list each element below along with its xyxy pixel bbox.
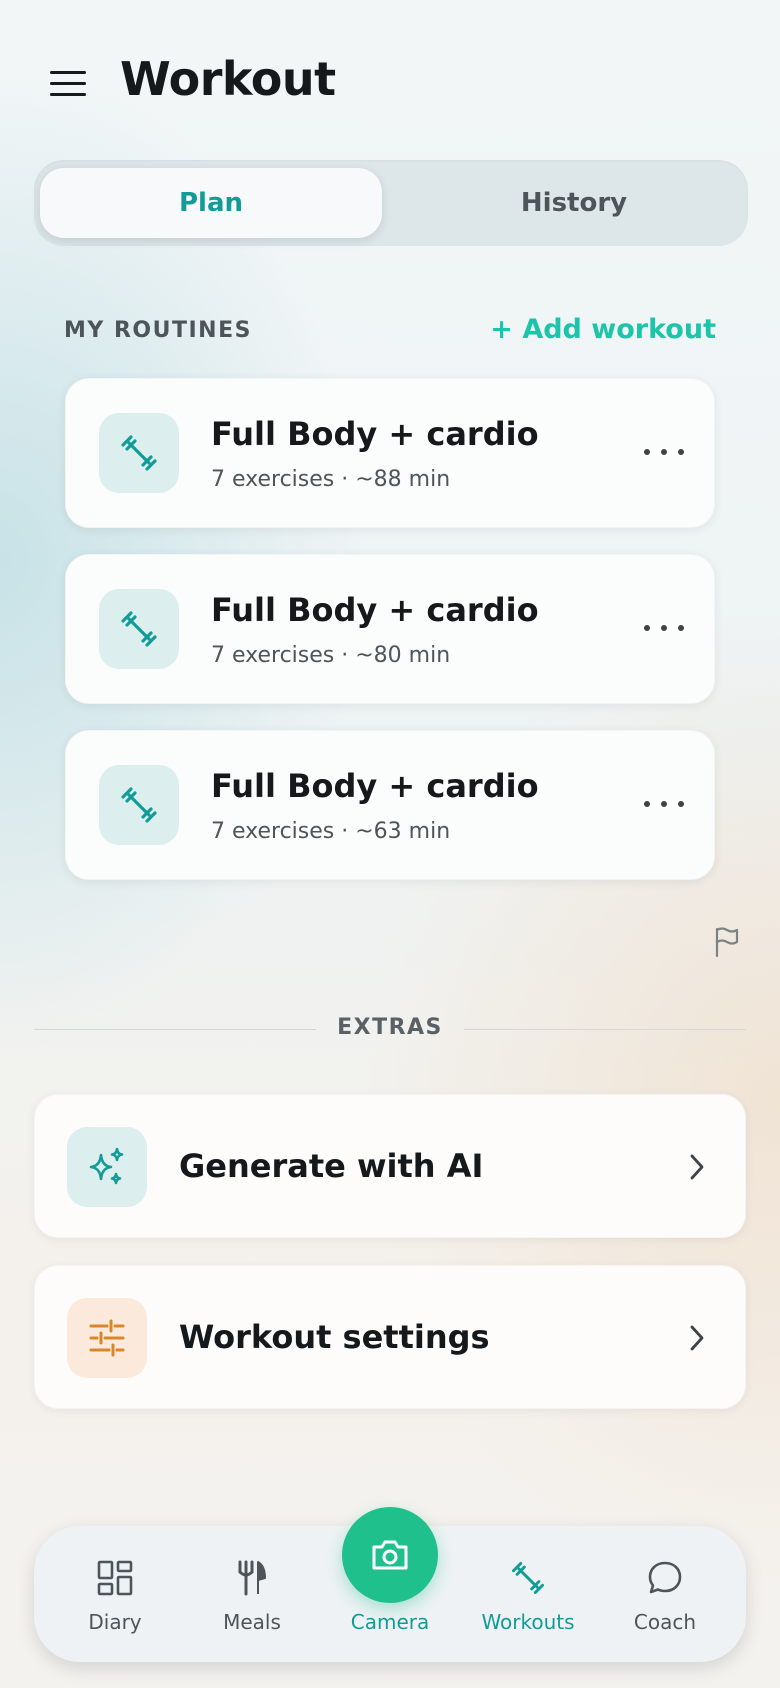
routine-name: Full Body + cardio bbox=[211, 415, 539, 453]
nav-meals-label: Meals bbox=[223, 1610, 281, 1634]
camera-icon bbox=[372, 1540, 408, 1570]
tab-plan[interactable]: Plan bbox=[40, 168, 382, 238]
nav-meals[interactable]: Meals bbox=[192, 1556, 312, 1652]
nav-diary[interactable]: Diary bbox=[55, 1556, 175, 1652]
routines-section-label: MY ROUTINES bbox=[64, 318, 252, 343]
dashboard-icon bbox=[93, 1556, 137, 1600]
nav-workouts-label: Workouts bbox=[481, 1610, 575, 1634]
routine-meta: 7 exercises · ~63 min bbox=[211, 819, 451, 844]
routine-name: Full Body + cardio bbox=[211, 591, 539, 629]
nav-diary-label: Diary bbox=[88, 1610, 142, 1634]
routine-card[interactable]: Full Body + cardio 7 exercises · ~80 min bbox=[65, 554, 715, 704]
flag-icon[interactable] bbox=[712, 926, 742, 958]
routine-meta: 7 exercises · ~88 min bbox=[211, 467, 451, 492]
chevron-right-icon bbox=[687, 1151, 707, 1183]
generate-with-ai-label: Generate with AI bbox=[179, 1147, 484, 1185]
extras-section-label: EXTRAS bbox=[337, 1015, 443, 1040]
chevron-right-icon bbox=[687, 1322, 707, 1354]
add-workout-button[interactable]: + Add workout bbox=[490, 314, 716, 345]
routine-card[interactable]: Full Body + cardio 7 exercises · ~63 min bbox=[65, 730, 715, 880]
header: Workout bbox=[0, 0, 780, 160]
menu-icon[interactable] bbox=[50, 71, 86, 97]
sparkles-icon bbox=[67, 1127, 147, 1207]
nav-camera-label: Camera bbox=[350, 1610, 430, 1634]
routine-card[interactable]: Full Body + cardio 7 exercises · ~88 min bbox=[65, 378, 715, 528]
page-title: Workout bbox=[120, 52, 336, 106]
dumbbell-icon bbox=[99, 589, 179, 669]
routine-meta: 7 exercises · ~80 min bbox=[211, 643, 451, 668]
tab-history[interactable]: History bbox=[406, 168, 742, 238]
camera-button[interactable] bbox=[342, 1507, 438, 1603]
sliders-icon bbox=[67, 1298, 147, 1378]
extras-divider-left bbox=[34, 1029, 316, 1030]
nav-coach-label: Coach bbox=[633, 1610, 697, 1634]
routine-name: Full Body + cardio bbox=[211, 767, 539, 805]
more-options-icon[interactable] bbox=[644, 789, 684, 819]
plan-history-toggle: Plan History bbox=[34, 160, 748, 246]
nav-workouts[interactable]: Workouts bbox=[468, 1556, 588, 1652]
dumbbell-icon bbox=[99, 765, 179, 845]
generate-with-ai-button[interactable]: Generate with AI bbox=[34, 1094, 746, 1238]
more-options-icon[interactable] bbox=[644, 613, 684, 643]
dumbbell-icon bbox=[99, 413, 179, 493]
nav-coach[interactable]: Coach bbox=[605, 1556, 725, 1652]
extras-divider-right bbox=[464, 1029, 746, 1030]
dumbbell-icon bbox=[506, 1556, 550, 1600]
workout-settings-label: Workout settings bbox=[179, 1318, 490, 1356]
more-options-icon[interactable] bbox=[644, 437, 684, 467]
fork-knife-icon bbox=[230, 1556, 274, 1600]
chat-bubble-icon bbox=[643, 1556, 687, 1600]
workout-settings-button[interactable]: Workout settings bbox=[34, 1265, 746, 1409]
